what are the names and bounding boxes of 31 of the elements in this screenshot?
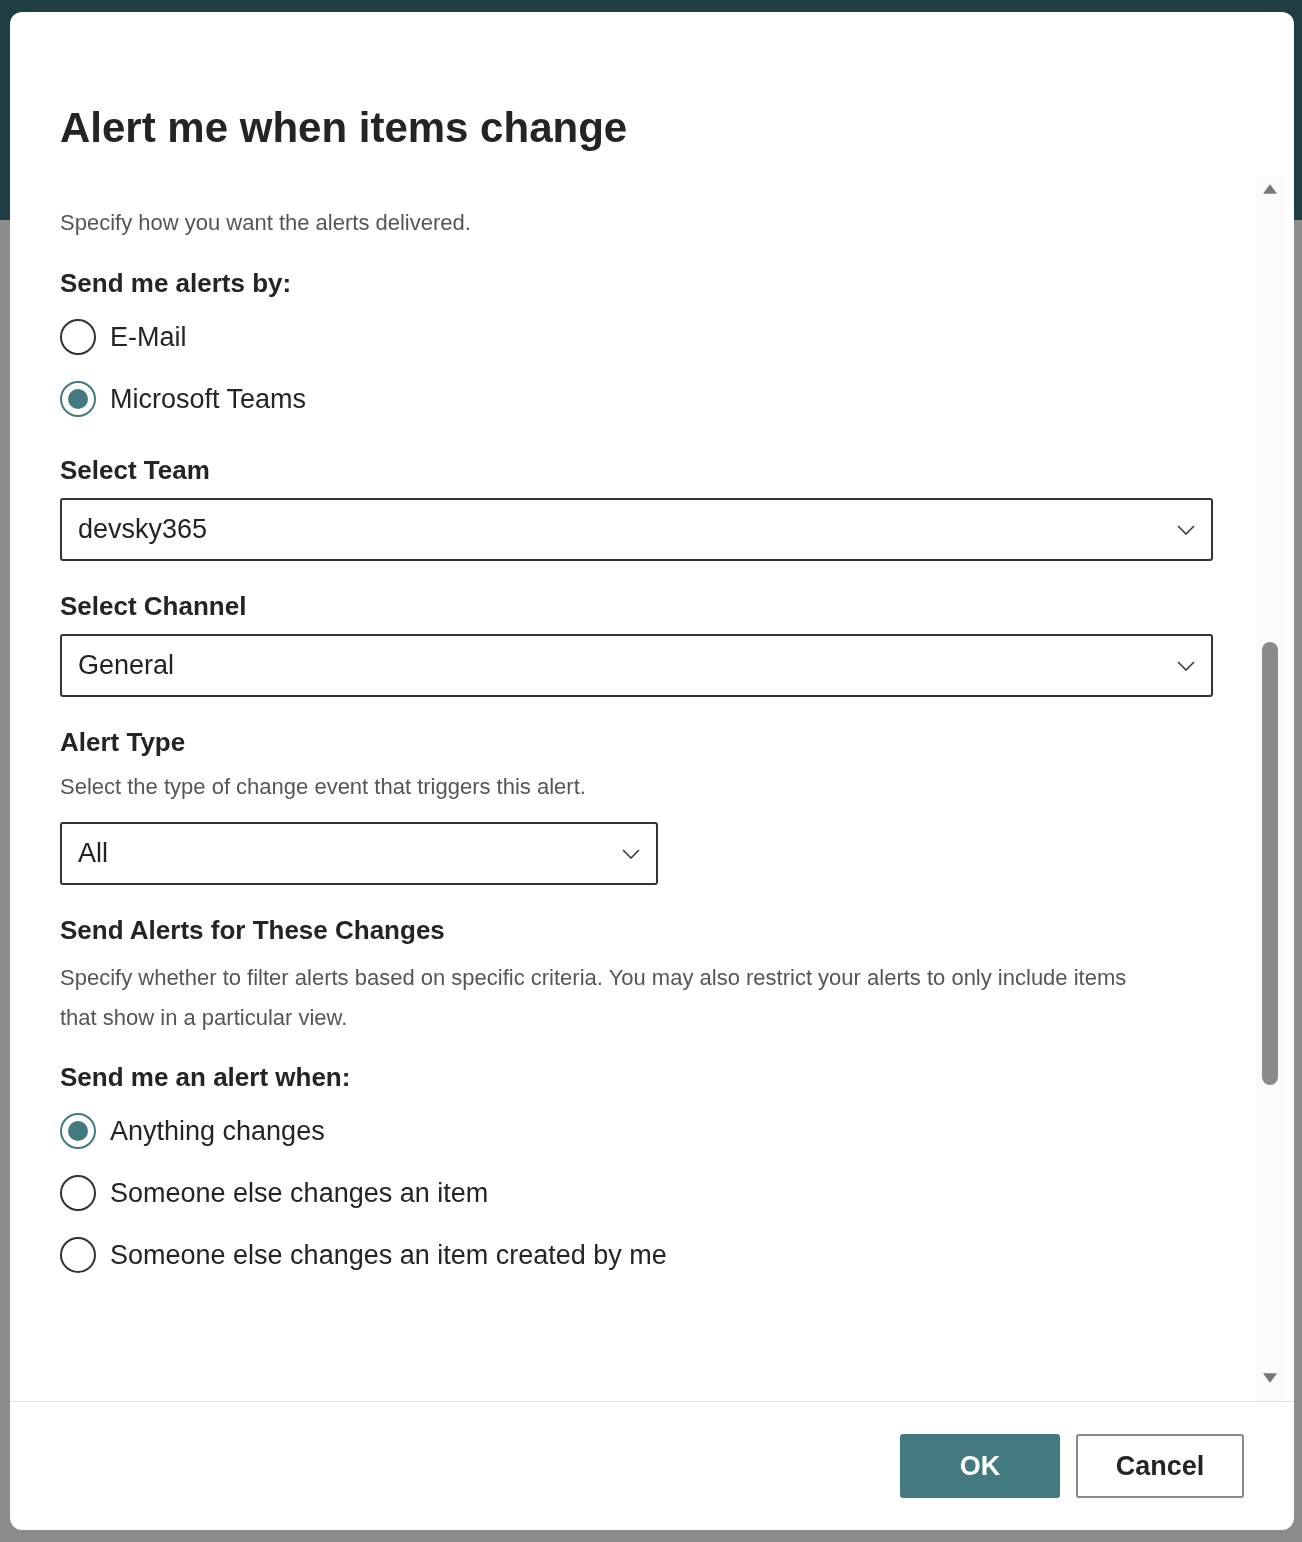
delivery-label: Send me alerts by: bbox=[60, 268, 293, 299]
team-dropdown[interactable]: devsky365 bbox=[60, 498, 1213, 561]
chevron-down-icon bbox=[622, 848, 640, 859]
radio-circle[interactable] bbox=[60, 1113, 96, 1149]
scroll-up-icon[interactable] bbox=[1263, 184, 1277, 194]
chevron-down-icon bbox=[1177, 660, 1195, 671]
scroll-thumb[interactable] bbox=[1262, 642, 1278, 1085]
radio-circle[interactable] bbox=[60, 319, 96, 355]
changes-heading: Send Alerts for These Changes bbox=[60, 915, 446, 946]
alert-type-dropdown[interactable]: All bbox=[60, 822, 658, 885]
channel-dropdown[interactable]: General bbox=[60, 634, 1213, 697]
chevron-down-icon bbox=[1177, 524, 1195, 535]
radio-option[interactable]: Someone else changes an item bbox=[60, 1175, 1256, 1211]
radio-circle[interactable] bbox=[60, 1175, 96, 1211]
intro-text: Specify how you want the alerts delivered. bbox=[60, 209, 472, 237]
radio-option[interactable]: Someone else changes an item created by me bbox=[60, 1237, 1256, 1273]
alert-type-label: Alert Type bbox=[60, 727, 187, 758]
alert-when-label: Send me an alert when: bbox=[60, 1062, 352, 1093]
team-label: Select Team bbox=[60, 455, 211, 486]
channel-label: Select Channel bbox=[60, 591, 248, 622]
radio-option[interactable]: E-Mail bbox=[60, 319, 1256, 355]
scroll-down-icon[interactable] bbox=[1263, 1373, 1277, 1383]
radio-option[interactable]: Anything changes bbox=[60, 1113, 1256, 1149]
radio-option[interactable]: Microsoft Teams bbox=[60, 381, 1256, 417]
alert-type-description: Select the type of change event that triggers this alert. bbox=[60, 773, 587, 801]
radio-circle[interactable] bbox=[60, 381, 96, 417]
dialog-title: Alert me when items change bbox=[59, 103, 629, 152]
changes-description: Specify whether to filter alerts based on specific criteria. You may also restrict your alerts to only include items that show in a particular view. bbox=[60, 964, 1128, 1032]
radio-circle[interactable] bbox=[60, 1237, 96, 1273]
cancel-button[interactable]: Cancel bbox=[1076, 1434, 1244, 1498]
ok-button[interactable]: OK bbox=[900, 1434, 1060, 1498]
